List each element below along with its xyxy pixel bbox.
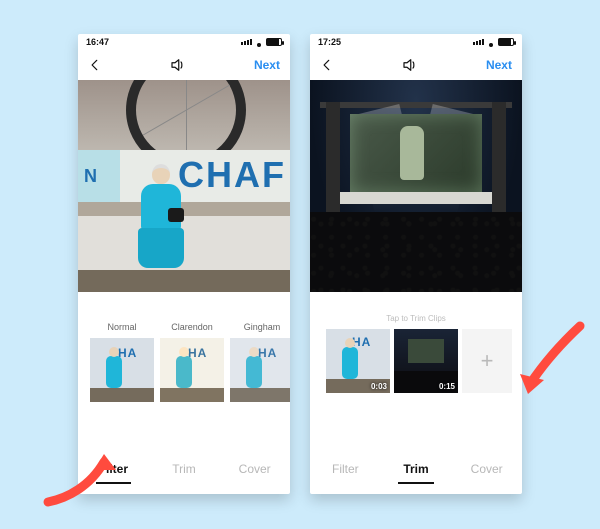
tab-filter[interactable]: Filter	[310, 448, 381, 490]
next-button[interactable]: Next	[486, 58, 512, 72]
comparison-canvas: 16:47 Next N CHAF	[0, 0, 600, 529]
wifi-icon	[486, 38, 496, 46]
bottom-tab-bar: Filter Trim Cover	[78, 444, 290, 494]
nav-bar: Next	[78, 50, 290, 80]
battery-icon	[266, 38, 282, 46]
filter-item-clarendon[interactable]: Clarendon HA	[160, 322, 224, 402]
sound-toggle[interactable]	[168, 57, 188, 73]
clip-item-selected[interactable]: 0:15	[394, 329, 458, 393]
filter-label: Gingham	[244, 322, 281, 334]
sign-text: CHAF	[178, 154, 286, 196]
filter-item-gingham[interactable]: Gingham HA	[230, 322, 290, 402]
clip-strip: HA 0:03 0:15 +	[310, 329, 522, 401]
preview-artwork	[310, 80, 522, 292]
filter-thumb: HA	[90, 338, 154, 402]
filter-label: Clarendon	[171, 322, 213, 334]
wifi-icon	[254, 38, 264, 46]
status-time: 17:25	[318, 37, 341, 47]
annotation-arrow-add	[510, 318, 590, 408]
clip-duration: 0:03	[371, 382, 387, 391]
status-right-icons	[241, 38, 282, 46]
tab-cover[interactable]: Cover	[451, 448, 522, 490]
filter-strip[interactable]: Normal HA Clarendon HA Gingham HA M	[78, 322, 290, 410]
filter-label: Normal	[107, 322, 136, 334]
back-button[interactable]	[320, 58, 334, 72]
back-button[interactable]	[88, 58, 102, 72]
tab-filter[interactable]: Filter	[78, 448, 149, 490]
battery-icon	[498, 38, 514, 46]
wall-letter: N	[84, 166, 98, 187]
filter-thumb: HA	[160, 338, 224, 402]
trim-hint-label: Tap to Trim Clips	[310, 314, 522, 323]
signal-icon	[241, 39, 252, 45]
filter-thumb: HA	[230, 338, 290, 402]
tab-trim[interactable]: Trim	[381, 448, 452, 490]
clip-item[interactable]: HA 0:03	[326, 329, 390, 393]
next-button[interactable]: Next	[254, 58, 280, 72]
video-preview[interactable]: N CHAF	[78, 80, 290, 292]
status-bar: 16:47	[78, 34, 290, 50]
nav-bar: Next	[310, 50, 522, 80]
signal-icon	[473, 39, 484, 45]
status-time: 16:47	[86, 37, 109, 47]
tab-cover[interactable]: Cover	[219, 448, 290, 490]
status-right-icons	[473, 38, 514, 46]
clip-duration: 0:15	[439, 382, 455, 391]
bottom-tab-bar: Filter Trim Cover	[310, 444, 522, 494]
sound-toggle[interactable]	[400, 57, 420, 73]
add-clip-button[interactable]: +	[462, 329, 512, 393]
preview-artwork: N CHAF	[78, 80, 290, 292]
status-bar: 17:25	[310, 34, 522, 50]
phone-right: 17:25 Next	[310, 34, 522, 494]
filter-item-normal[interactable]: Normal HA	[90, 322, 154, 402]
tab-trim[interactable]: Trim	[149, 448, 220, 490]
phone-left: 16:47 Next N CHAF	[78, 34, 290, 494]
video-preview[interactable]	[310, 80, 522, 292]
